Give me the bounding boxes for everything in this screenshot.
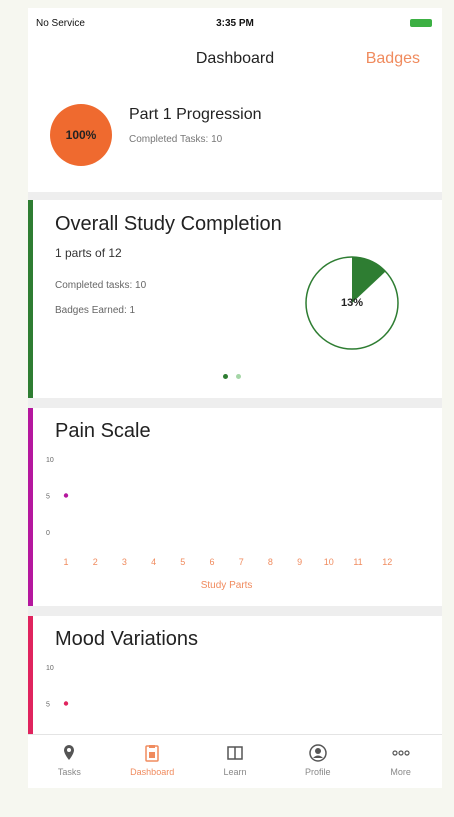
y-tick-label: 10	[46, 665, 54, 672]
y-tick-label: 0	[46, 530, 50, 537]
tab-more[interactable]: More	[359, 735, 442, 788]
clock: 3:35 PM	[216, 18, 254, 29]
progression-subtitle: Completed Tasks: 10	[129, 134, 223, 145]
part-progression-panel: 100% Part 1 Progression Completed Tasks:…	[28, 82, 442, 192]
x-tick-label: 1	[63, 557, 68, 567]
mood-variations-chart: 10 5	[46, 665, 69, 709]
tab-label: Learn	[223, 767, 247, 777]
completion-percent: 13%	[340, 297, 364, 309]
tab-dashboard[interactable]: Dashboard	[111, 735, 194, 788]
battery-icon	[410, 19, 432, 27]
map-pin-icon	[64, 745, 75, 760]
x-tick-label: 8	[268, 557, 273, 567]
x-tick-label: 5	[180, 557, 185, 567]
nav-bar: Dashboard Badges	[28, 36, 442, 82]
part-progress-circle: 100%	[50, 104, 112, 166]
pain-scale-card: Pain Scale 10 5 0 1 2 3 4 5 6 7 8 9 10 11 12 Study Part…	[28, 408, 442, 606]
status-bar: No Service 3:35 PM	[28, 8, 442, 36]
parts-count: 1 parts of 12	[55, 246, 122, 260]
x-tick-label: 3	[122, 557, 127, 567]
book-icon	[227, 746, 243, 760]
tab-label: Tasks	[57, 767, 81, 777]
tab-bar: Tasks Dashboard Learn Profile More	[28, 734, 442, 788]
badges-button[interactable]: Badges	[366, 50, 420, 68]
x-tick-label: 6	[209, 557, 214, 567]
progression-title: Part 1 Progression	[129, 106, 262, 123]
x-tick-label: 11	[353, 557, 362, 567]
pain-scale-chart: 10501 2 3 4 5 6 7 8 9 10 11 12Study Parts	[46, 457, 392, 591]
data-point	[63, 493, 69, 498]
completed-tasks-count: Completed tasks: 10	[55, 280, 147, 291]
part-progress-percent: 100%	[65, 128, 97, 142]
y-tick-label: 10	[46, 457, 54, 464]
y-tick-label: 5	[46, 702, 50, 709]
study-completion-title: Overall Study Completion	[55, 213, 282, 235]
tab-label: More	[390, 767, 411, 777]
more-dots-icon	[391, 750, 410, 756]
data-point	[63, 701, 69, 706]
card-accent-bar	[28, 200, 33, 398]
tab-tasks[interactable]: Tasks	[28, 735, 111, 788]
y-tick-label: 5	[46, 494, 50, 501]
tab-label: Profile	[305, 767, 331, 777]
x-tick-label: 12	[382, 557, 392, 567]
phone-screen: No Service 3:35 PM Dashboard Badges 100%…	[28, 8, 442, 788]
mood-variations-card: Mood Variations 10 5	[28, 616, 442, 734]
page-indicator[interactable]	[223, 374, 241, 379]
page-dot-2[interactable]	[236, 374, 241, 379]
x-tick-label: 4	[151, 557, 156, 567]
clipboard-icon	[145, 745, 159, 762]
x-tick-label: 7	[239, 557, 244, 567]
tab-learn[interactable]: Learn	[194, 735, 277, 788]
x-axis-label: Study Parts	[201, 580, 253, 591]
x-tick-label: 2	[93, 557, 98, 567]
profile-icon	[309, 744, 327, 762]
page-dot-1[interactable]	[223, 374, 228, 379]
tab-label: Dashboard	[130, 767, 175, 777]
x-tick-label: 10	[324, 557, 334, 567]
study-completion-card[interactable]: Overall Study Completion 1 parts of 12 C…	[28, 200, 442, 398]
x-tick-label: 9	[297, 557, 302, 567]
tab-profile[interactable]: Profile	[276, 735, 359, 788]
badges-earned-count: Badges Earned: 1	[55, 305, 136, 316]
